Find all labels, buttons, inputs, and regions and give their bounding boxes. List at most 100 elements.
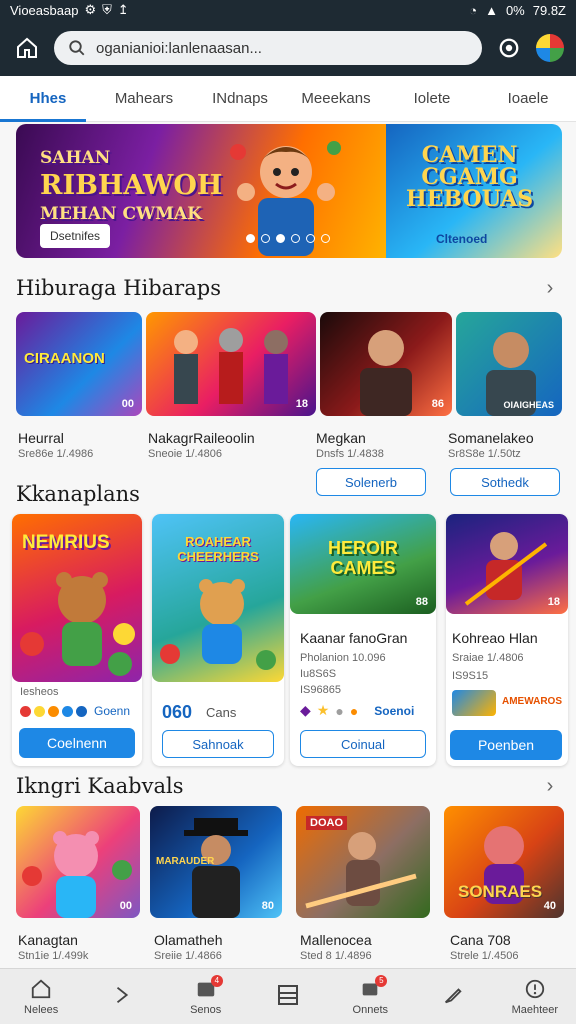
- game-tile[interactable]: CIRAANON 00: [16, 312, 142, 416]
- section-title: Kkanaplans: [16, 482, 140, 506]
- game-tile[interactable]: MARAUDER 80: [150, 806, 282, 918]
- camera-button[interactable]: [494, 33, 524, 63]
- card-action-button[interactable]: Coelnenn: [19, 728, 135, 758]
- carousel-dot[interactable]: [246, 234, 255, 243]
- carousel-dot[interactable]: [261, 234, 270, 243]
- nav-label: Nelees: [24, 1003, 59, 1016]
- home-button[interactable]: [12, 33, 42, 63]
- swatch: [34, 705, 45, 717]
- game-card[interactable]: 18 Kohreao Hlan Sraiae 1/.4806 IS9S15 AM…: [446, 514, 568, 766]
- tab-2[interactable]: Mahears: [96, 76, 192, 121]
- hero-banner-main[interactable]: SAHAN RIBHAWOH MEHAN CWMAK Dsetnifes: [16, 124, 386, 258]
- search-input[interactable]: oganianioi:lanlenaasan...: [96, 40, 262, 57]
- carousel-dot[interactable]: [306, 234, 315, 243]
- game-tile[interactable]: OIAIGHEAS: [456, 312, 562, 416]
- tile-badge: 86: [431, 398, 444, 410]
- swatch: [20, 705, 31, 717]
- game-title: Somanelakeo: [448, 430, 534, 446]
- info-icon: [525, 979, 544, 998]
- gem-icon: ◆: [300, 702, 311, 718]
- carousel-dot[interactable]: [291, 234, 300, 243]
- library-icon: [277, 984, 298, 1005]
- card-action-button[interactable]: Coinual: [300, 730, 426, 758]
- nav-games[interactable]: 4 Senos: [165, 969, 247, 1024]
- tile-badge: 00: [119, 900, 132, 912]
- game-meta: Dnsfs 1/.4838: [316, 448, 384, 460]
- hero-banner-side[interactable]: CAMEN CGAMG HEBOUAS Cltenoed: [386, 124, 562, 258]
- section-header: Hiburaga Hibaraps ›: [16, 276, 560, 300]
- app-screen: Vioeasbaap ⚙ ⛨ ↥ ◔ ▲ 0% 79.8Z oganianioi…: [0, 0, 576, 1024]
- coin-icon: ●: [349, 702, 359, 719]
- tile-badge: 88: [415, 596, 428, 608]
- game-title: NakagrRaileoolin: [148, 430, 255, 446]
- tab-4[interactable]: Meeekans: [288, 76, 384, 121]
- tab-5[interactable]: Iolete: [384, 76, 480, 121]
- nav-label: Maehteer: [511, 1003, 559, 1016]
- game-tile[interactable]: 86: [320, 312, 452, 416]
- tab-home[interactable]: Hhes: [0, 76, 96, 122]
- game-card[interactable]: HEROIR CAMES 88 Kaanar fanoGran Pholanio…: [290, 514, 436, 766]
- chevron-right-icon[interactable]: ›: [540, 776, 560, 796]
- card-image: 18: [446, 514, 568, 614]
- game-meta: Sre86e 1/.4986: [18, 448, 94, 460]
- tile-art-text: SONRAES: [458, 882, 543, 901]
- card-image: HEROIR CAMES 88: [290, 514, 436, 614]
- nav-home[interactable]: Nelees: [0, 969, 82, 1024]
- game-meta: Sneoie 1/.4806: [148, 448, 223, 460]
- game-action-button[interactable]: Sothedk: [450, 468, 560, 496]
- section-header: Ikngri Kaabvals ›: [16, 774, 560, 798]
- swatch: [48, 705, 59, 717]
- game-tile[interactable]: SONRAES 40: [444, 806, 564, 918]
- home-icon: [17, 37, 37, 58]
- color-swatches: Goenn: [20, 704, 130, 718]
- search-icon: [69, 40, 85, 56]
- nav-edit[interactable]: [411, 969, 493, 1024]
- card-meta: IS9S15: [452, 670, 489, 682]
- game-action-button[interactable]: Solenerb: [316, 468, 426, 496]
- nav-library[interactable]: [247, 969, 329, 1024]
- card-action-button[interactable]: Poenben: [450, 730, 562, 760]
- game-tile[interactable]: 00: [16, 806, 140, 918]
- tab-6[interactable]: Ioaele: [480, 76, 576, 121]
- heroes-group-illustration: [174, 328, 288, 404]
- tile-badge: OIAIGHEAS: [503, 400, 554, 410]
- notification-badge: 4: [210, 975, 223, 987]
- game-card[interactable]: ROAHEAR CHEERHERS 060 Cans Sahnoak: [152, 514, 284, 766]
- tile-badge: 80: [261, 900, 274, 912]
- hero-side-title: CAMEN CGAMG HEBOUAS: [406, 142, 534, 212]
- tab-3[interactable]: INdnaps: [192, 76, 288, 121]
- tile-art-text: DOAO: [306, 816, 347, 830]
- carousel-dot[interactable]: [321, 234, 330, 243]
- card-action-button[interactable]: Sahnoak: [162, 730, 274, 758]
- card-thumbnail: [452, 690, 496, 716]
- chevron-right-icon[interactable]: ›: [540, 278, 560, 298]
- search-bar[interactable]: oganianioi:lanlenaasan...: [54, 31, 482, 65]
- card-price: Cans: [206, 705, 237, 720]
- upload-icon: ↥: [117, 2, 129, 17]
- game-title: Megkan: [316, 430, 366, 446]
- status-bar: Vioeasbaap ⚙ ⛨ ↥ ◔ ▲ 0% 79.8Z: [0, 0, 576, 20]
- avatar[interactable]: [536, 34, 564, 62]
- section-header: Kkanaplans: [16, 482, 296, 506]
- carousel-dot[interactable]: [276, 234, 285, 243]
- nav-notifications[interactable]: 5 Onnets: [329, 969, 411, 1024]
- hero-details-button[interactable]: Dsetnifes: [40, 224, 111, 248]
- game-row: CIRAANON 00 18 86 OIAIGHEAS: [16, 312, 562, 416]
- game-card[interactable]: NEMRIUS Iesheos Goenn Coelnenn: [12, 514, 142, 766]
- nav-search[interactable]: [82, 969, 164, 1024]
- hero-carousel[interactable]: SAHAN RIBHAWOH MEHAN CWMAK Dsetnifes CAM…: [16, 124, 562, 258]
- tile-badge: 18: [295, 398, 308, 410]
- game-tile[interactable]: 18: [146, 312, 316, 416]
- nav-info[interactable]: Maehteer: [494, 969, 576, 1024]
- status-app-label: Vioeasbaap: [10, 2, 79, 18]
- bottom-navigation: Nelees 4 Senos 5 Onnets Maehteer: [0, 968, 576, 1024]
- home-icon: [31, 979, 51, 998]
- wifi-icon: ◔: [469, 2, 478, 18]
- card-title: Kaanar fanoGran: [300, 630, 408, 646]
- game-title: Heurral: [18, 430, 64, 446]
- tile-badge: 40: [543, 900, 556, 912]
- card-price-row: 060 Cans: [162, 702, 236, 723]
- game-tile[interactable]: DOAO: [296, 806, 430, 918]
- card-price-big: 060: [162, 702, 193, 722]
- notification-badge: 5: [375, 975, 388, 987]
